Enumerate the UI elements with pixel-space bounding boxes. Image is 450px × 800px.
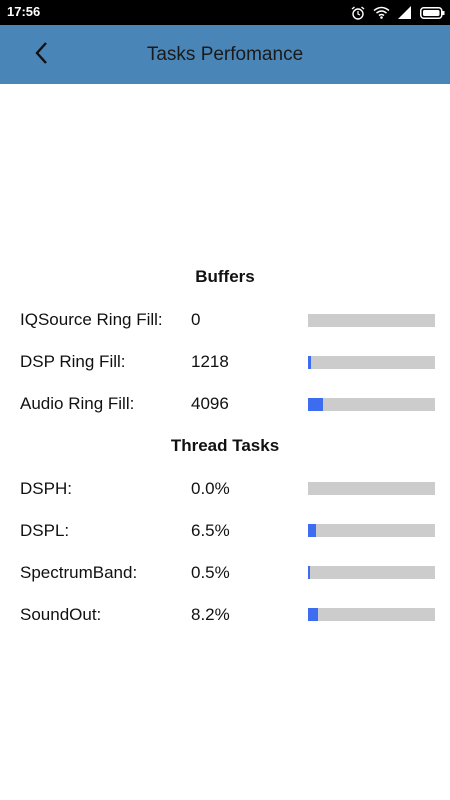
row-value: 0 — [191, 310, 201, 329]
row-label: Audio Ring Fill: — [20, 394, 135, 413]
row-value: 4096 — [191, 394, 229, 413]
status-time: 17:56 — [7, 4, 41, 19]
back-button[interactable] — [22, 39, 60, 71]
progress-bar — [308, 608, 435, 621]
row-label: SoundOut: — [20, 605, 102, 624]
progress-bar — [308, 524, 435, 537]
row-value: 6.5% — [191, 521, 230, 540]
row-label: IQSource Ring Fill: — [20, 310, 163, 329]
progress-bar — [308, 566, 435, 579]
signal-icon — [398, 6, 412, 19]
progress-bar — [308, 314, 435, 327]
alarm-icon — [351, 5, 365, 20]
progress-fill — [308, 608, 319, 621]
app-bar: Tasks Perfomance — [0, 25, 450, 84]
row-value: 1218 — [191, 352, 229, 371]
buffers-header: Buffers — [195, 267, 255, 286]
row-value: 8.2% — [191, 605, 230, 624]
progress-fill — [308, 398, 324, 411]
page-title: Tasks Perfomance — [146, 44, 304, 65]
progress-bar — [308, 482, 435, 495]
status-icons — [351, 4, 445, 21]
row-value: 0.0% — [191, 479, 230, 498]
row-value: 0.5% — [191, 563, 230, 582]
wifi-icon — [373, 6, 390, 19]
row-label: SpectrumBand: — [20, 563, 138, 582]
progress-fill — [308, 566, 310, 579]
row-label: DSPH: — [20, 479, 72, 498]
progress-bar — [308, 356, 435, 369]
progress-bar — [308, 398, 435, 411]
battery-icon — [420, 6, 445, 19]
chevron-left-icon — [34, 41, 48, 70]
thread-tasks-header: Thread Tasks — [170, 436, 280, 455]
row-label: DSP Ring Fill: — [20, 352, 126, 371]
progress-fill — [308, 356, 311, 369]
progress-fill — [308, 524, 317, 537]
row-label: DSPL: — [20, 521, 70, 540]
status-bar: 17:56 — [0, 0, 450, 25]
